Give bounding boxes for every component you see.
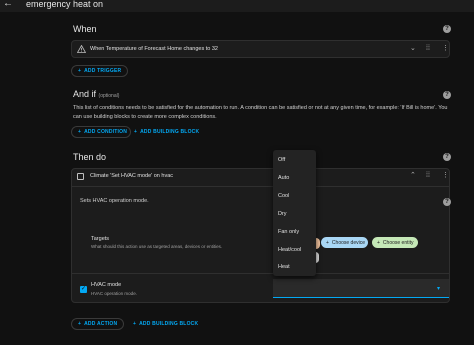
when-heading: When (73, 24, 97, 34)
help-icon[interactable]: ? (443, 153, 451, 161)
more-vert-icon[interactable]: ⋮ (442, 45, 449, 53)
menu-item-off[interactable]: Off (278, 157, 285, 163)
drag-handle-icon[interactable]: ⁞⁞ (426, 172, 430, 180)
action-title: Climate 'Set HVAC mode' on hvac (90, 173, 174, 179)
page-title: emergency heat on (26, 0, 104, 9)
more-vert-icon[interactable]: ⋮ (442, 172, 449, 180)
menu-item-cool[interactable]: Cool (278, 193, 289, 199)
help-icon[interactable]: ? (443, 198, 451, 206)
plus-icon: + (78, 68, 82, 74)
action-description: Sets HVAC operation mode. (80, 198, 149, 204)
hvac-mode-label: HVAC mode (91, 282, 122, 288)
plus-icon: + (78, 129, 82, 135)
plus-icon: + (326, 239, 329, 246)
choose-device-chip[interactable]: + Choose device (321, 237, 368, 248)
warning-icon (76, 44, 87, 55)
hvac-mode-help: HVAC operation mode. (91, 291, 137, 296)
thermostat-icon (77, 173, 84, 180)
help-icon[interactable]: ? (443, 25, 451, 33)
trigger-text: When Temperature of Forecast Home change… (90, 46, 218, 52)
help-icon[interactable]: ? (443, 91, 451, 99)
add-building-block-button[interactable]: + ADD BUILDING BLOCK (133, 321, 198, 327)
chevron-up-icon[interactable]: ⌃ (410, 172, 416, 180)
plus-icon: + (134, 129, 138, 135)
targets-help: What should this action use as targeted … (91, 244, 223, 249)
optional-label: (optional) (98, 93, 120, 99)
arrow-left-icon[interactable]: ← (3, 0, 13, 9)
drag-handle-icon[interactable]: ⁞⁞ (426, 45, 430, 53)
trigger-card[interactable]: When Temperature of Forecast Home change… (71, 40, 450, 58)
hvac-mode-checkbox[interactable]: ✓ (80, 286, 87, 293)
plus-icon: + (133, 321, 137, 327)
targets-label: Targets (91, 236, 110, 242)
hvac-mode-select[interactable]: ▾ (273, 279, 449, 298)
add-action-button[interactable]: + ADD ACTION (71, 318, 124, 330)
add-trigger-button[interactable]: + ADD TRIGGER (71, 65, 128, 77)
menu-item-dry[interactable]: Dry (278, 211, 287, 217)
menu-item-fan-only[interactable]: Fan only (278, 229, 299, 235)
menu-item-auto[interactable]: Auto (278, 175, 289, 181)
menu-item-heat-cool[interactable]: Heat/cool (278, 247, 301, 253)
add-building-block-button[interactable]: + ADD BUILDING BLOCK (134, 129, 199, 135)
plus-icon: + (377, 239, 380, 246)
conditions-description: This list of conditions needs to be sati… (73, 105, 448, 120)
then-do-heading: Then do (73, 152, 107, 162)
menu-item-heat[interactable]: Heat (278, 264, 290, 270)
plus-icon: + (78, 321, 82, 327)
add-condition-button[interactable]: + ADD CONDITION (71, 126, 131, 138)
arrow-drop-down-icon: ▾ (437, 286, 441, 292)
divider (72, 273, 449, 274)
and-if-heading: And if (optional) (73, 89, 120, 99)
hvac-mode-menu: Off Auto Cool Dry Fan only Heat/cool Hea… (273, 150, 316, 276)
choose-entity-chip[interactable]: + Choose entity (372, 237, 418, 248)
divider (72, 186, 449, 187)
chevron-down-icon[interactable]: ⌄ (410, 45, 416, 53)
